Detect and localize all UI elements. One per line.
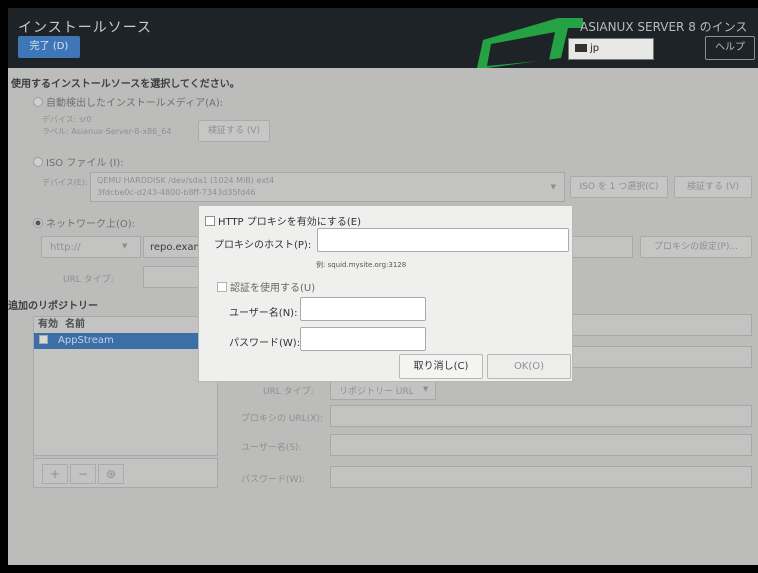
use-auth-label: 認証を使用する(U) (230, 283, 316, 294)
ok-button[interactable]: OK(O) (487, 354, 571, 379)
repo-user-label: ユーザー名(S): (241, 443, 302, 453)
network-label: ネットワーク上(O): (46, 219, 136, 230)
plus-icon[interactable]: + (42, 464, 68, 484)
top-header: インストールソース 完了 (D) ASIANUX SERVER 8 のインストー… (8, 8, 758, 68)
reset-icon[interactable]: ⊛ (98, 464, 124, 484)
done-button[interactable]: 完了 (D) (18, 36, 80, 58)
username-label: ユーザー名(N): (229, 308, 298, 319)
use-auth-checkbox[interactable]: 認証を使用する(U) (217, 279, 315, 294)
iso-choose-button[interactable]: ISO を 1 つ選択(C) (570, 176, 668, 198)
col-enabled: 有効 (38, 319, 58, 330)
repo-row[interactable]: AppStream (34, 333, 217, 349)
repo-password-label: パスワード(W): (241, 475, 305, 485)
checkbox-icon[interactable] (217, 282, 227, 292)
username-input[interactable] (300, 297, 426, 321)
network-radio[interactable]: ネットワーク上(O): (33, 215, 135, 230)
radio-selected-icon (33, 218, 43, 228)
checkbox-icon[interactable] (205, 216, 215, 226)
iso-label: ISO ファイル (I): (46, 158, 124, 169)
dropdown-arrow-icon: ▼ (122, 242, 128, 250)
iso-verify-button[interactable]: 検証する (V) (674, 176, 752, 198)
enable-proxy-label: HTTP プロキシを有効にする(E) (218, 217, 361, 228)
radio-icon (33, 157, 43, 167)
source-heading: 使用するインストールソースを選択してください。 (11, 79, 240, 90)
iso-device-line2: 3fdcbe0c-d243-4800-b8ff-7343d35fd46 (97, 188, 256, 197)
col-name: 名前 (64, 319, 85, 330)
proxy-dialog: HTTP プロキシを有効にする(E) プロキシのホスト(P): 例: squid… (198, 205, 573, 382)
dropdown-arrow-icon: ▼ (423, 385, 429, 393)
help-button[interactable]: ヘルプ (705, 36, 755, 60)
brand-logo (477, 18, 583, 68)
repo-proxy-url-label: プロキシの URL(X): (241, 414, 323, 424)
auto-media-label: 自動検出したインストールメディア(A): (46, 98, 224, 109)
repo-user-input[interactable] (330, 434, 752, 456)
minus-icon[interactable]: − (70, 464, 96, 484)
repo-name: AppStream (58, 335, 114, 346)
proxy-host-input[interactable] (317, 228, 569, 252)
proxy-settings-button[interactable]: プロキシの設定(P)... (640, 236, 752, 258)
repo-url-type-value: リポジトリー URL (339, 387, 414, 397)
keyboard-layout-indicator[interactable]: jp (568, 38, 654, 60)
enable-proxy-checkbox[interactable]: HTTP プロキシを有効にする(E) (205, 213, 361, 228)
proxy-host-label: プロキシのホスト(P): (214, 240, 312, 251)
repo-url-type-label: URL タイプ: (263, 387, 314, 397)
iso-radio[interactable]: ISO ファイル (I): (33, 154, 124, 169)
protocol-value: http:// (50, 242, 81, 253)
auto-media-radio[interactable]: 自動検出したインストールメディア(A): (33, 94, 223, 109)
password-input[interactable] (300, 327, 426, 351)
url-type-select[interactable] (143, 266, 203, 288)
additional-repos-heading: 追加のリポジトリー (8, 301, 98, 312)
verify-media-button[interactable]: 検証する (V) (198, 120, 270, 142)
checkbox-icon[interactable] (39, 335, 48, 344)
repo-proxy-url-input[interactable] (330, 405, 752, 427)
keyboard-icon (575, 44, 587, 52)
repo-password-input[interactable] (330, 466, 752, 488)
page-title: インストールソース (18, 20, 153, 36)
proxy-host-example: 例: squid.mysite.org:3128 (316, 261, 407, 269)
radio-icon (33, 97, 43, 107)
url-type-label: URL タイプ: (63, 275, 114, 285)
repo-list: 有効 名前 AppStream (33, 316, 218, 456)
auto-label-text: ラベル: Asianux-Server-8-x86_64 (42, 127, 172, 136)
iso-device-line1: QEMU HARDDISK /dev/sda1 (1024 MiB) ext4 (97, 176, 275, 185)
dropdown-arrow-icon: ▼ (550, 183, 556, 191)
password-label: パスワード(W): (229, 338, 301, 349)
auto-device-text: デバイス: sr0 (42, 115, 92, 124)
iso-device-select[interactable]: QEMU HARDDISK /dev/sda1 (1024 MiB) ext4 … (90, 172, 565, 202)
repo-toolbar: + − ⊛ (33, 458, 218, 488)
cancel-button[interactable]: 取り消し(C) (399, 354, 483, 379)
repo-list-header: 有効 名前 (34, 317, 217, 333)
keyboard-layout-text: jp (590, 43, 600, 54)
protocol-select[interactable]: http:// ▼ (41, 236, 141, 258)
iso-device-label: デバイス(E): (42, 178, 88, 187)
